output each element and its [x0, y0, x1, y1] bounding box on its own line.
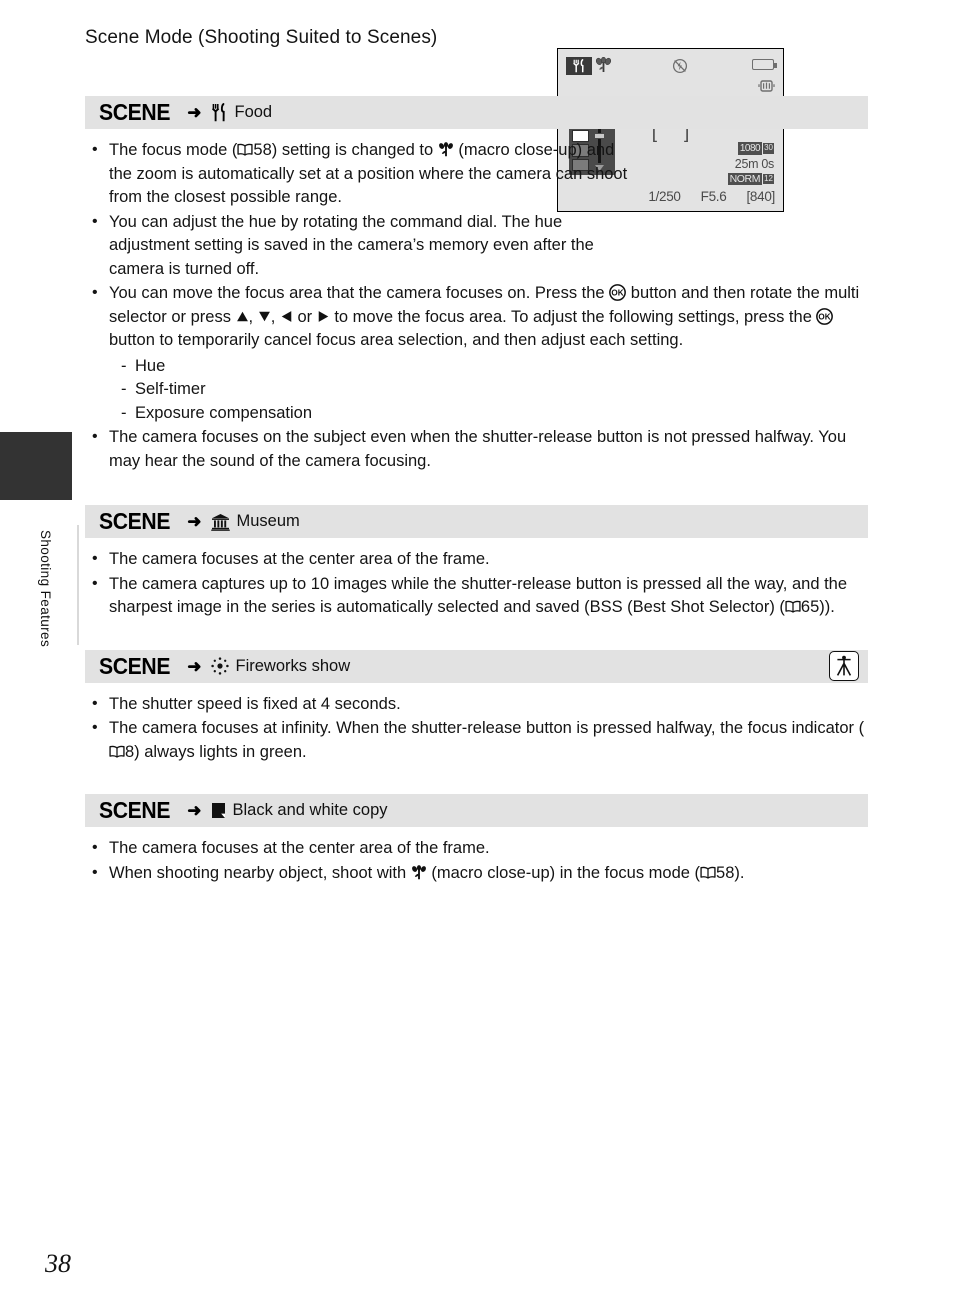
sub-list: HueSelf-timerExposure compensation — [109, 355, 868, 426]
bullet-list: The shutter speed is fixed at 4 seconds.… — [85, 692, 868, 765]
sub-list-item: Self-timer — [109, 378, 868, 402]
lcd-flash-off-icon — [672, 58, 688, 79]
sub-list-item: Exposure compensation — [109, 402, 868, 426]
macro-flower-icon — [411, 864, 427, 880]
section-title: Black and white copy — [232, 801, 388, 819]
bullet-list: The focus mode (58) setting is changed t… — [85, 138, 868, 473]
scene-label: SCENE — [99, 797, 171, 823]
ok-button-icon: OK — [609, 284, 627, 301]
sub-list-item: Hue — [109, 355, 868, 379]
page-number: 38 — [45, 1249, 71, 1278]
bullet-item: The focus mode (58) setting is changed t… — [85, 138, 630, 210]
section-title: Museum — [236, 512, 300, 530]
book-icon — [109, 745, 125, 758]
sidebar-divider — [77, 525, 79, 645]
lcd-battery-icon — [752, 59, 777, 70]
scene-label: SCENE — [99, 99, 171, 125]
lcd-vibration-reduction-icon — [758, 78, 775, 98]
section-title: Food — [234, 103, 273, 121]
section-museum: SCENE ➜ Museum The camera focuses at the ce… — [85, 505, 868, 620]
bullet-list: The camera focuses at the center area of… — [85, 836, 868, 886]
section-title: Fireworks show — [235, 656, 351, 675]
triangle-left-icon — [280, 310, 293, 323]
sections-container: SCENE ➜ Food The focus mode (58) setting is… — [85, 96, 868, 885]
museum-building-icon — [210, 513, 230, 531]
manual-content: SCENE ➜ Food The focus mode (58) setting is… — [85, 96, 868, 886]
book-icon — [700, 866, 716, 879]
bullet-item: The camera captures up to 10 images whil… — [85, 572, 868, 620]
chapter-tab-marker — [0, 432, 72, 500]
triangle-down-icon — [258, 310, 271, 323]
scene-label: SCENE — [99, 508, 171, 534]
book-icon — [237, 143, 253, 156]
scene-label: SCENE — [99, 652, 171, 679]
section-header-fireworks: SCENE ➜ Fireworks show — [85, 649, 868, 683]
section-header-bw-copy: SCENE ➜ Black and white copy — [85, 794, 868, 827]
tripod-icon — [835, 655, 853, 677]
black-white-copy-icon — [211, 802, 226, 819]
section-food: SCENE ➜ Food The focus mode (58) setting is… — [85, 96, 868, 473]
bullet-item: When shooting nearby object, shoot with … — [85, 861, 868, 886]
chapter-label: Shooting Features — [38, 530, 53, 648]
fireworks-burst-icon — [210, 657, 229, 675]
arrow-right-icon: ➜ — [187, 103, 202, 122]
section-bw-copy: SCENE ➜ Black and white copy The camera foc… — [85, 794, 868, 885]
lcd-macro-icon — [595, 56, 612, 78]
triangle-right-icon — [317, 310, 330, 323]
bullet-list: The camera focuses at the center area of… — [85, 547, 868, 620]
lcd-food-mode-icon — [566, 57, 592, 75]
bullet-item: The camera focuses at infinity. When the… — [85, 716, 868, 764]
tripod-recommended-badge — [829, 651, 859, 681]
arrow-right-icon: ➜ — [187, 656, 202, 676]
fork-knife-icon — [211, 103, 228, 122]
section-fireworks: SCENE ➜ Fireworks show The shutter speed is… — [85, 649, 868, 765]
bullet-item: The camera focuses at the center area of… — [85, 547, 868, 572]
bullet-item: You can move the focus area that the cam… — [85, 281, 868, 426]
book-icon — [785, 600, 801, 613]
section-header-museum: SCENE ➜ Museum — [85, 505, 868, 538]
bullet-item: The shutter speed is fixed at 4 seconds. — [85, 692, 868, 717]
page-title: Scene Mode (Shooting Suited to Scenes) — [85, 27, 438, 48]
section-header-food: SCENE ➜ Food — [85, 96, 868, 129]
arrow-right-icon: ➜ — [187, 801, 202, 820]
svg-text:OK: OK — [819, 312, 831, 321]
bullet-item: The camera focuses on the subject even w… — [85, 425, 868, 473]
ok-button-icon: OK — [816, 307, 834, 325]
macro-flower-icon — [438, 142, 454, 157]
triangle-up-icon — [236, 310, 249, 323]
bullet-item: The camera focuses at the center area of… — [85, 836, 868, 861]
arrow-right-icon: ➜ — [187, 512, 202, 531]
svg-text:OK: OK — [612, 289, 624, 298]
bullet-item: You can adjust the hue by rotating the c… — [85, 210, 630, 282]
